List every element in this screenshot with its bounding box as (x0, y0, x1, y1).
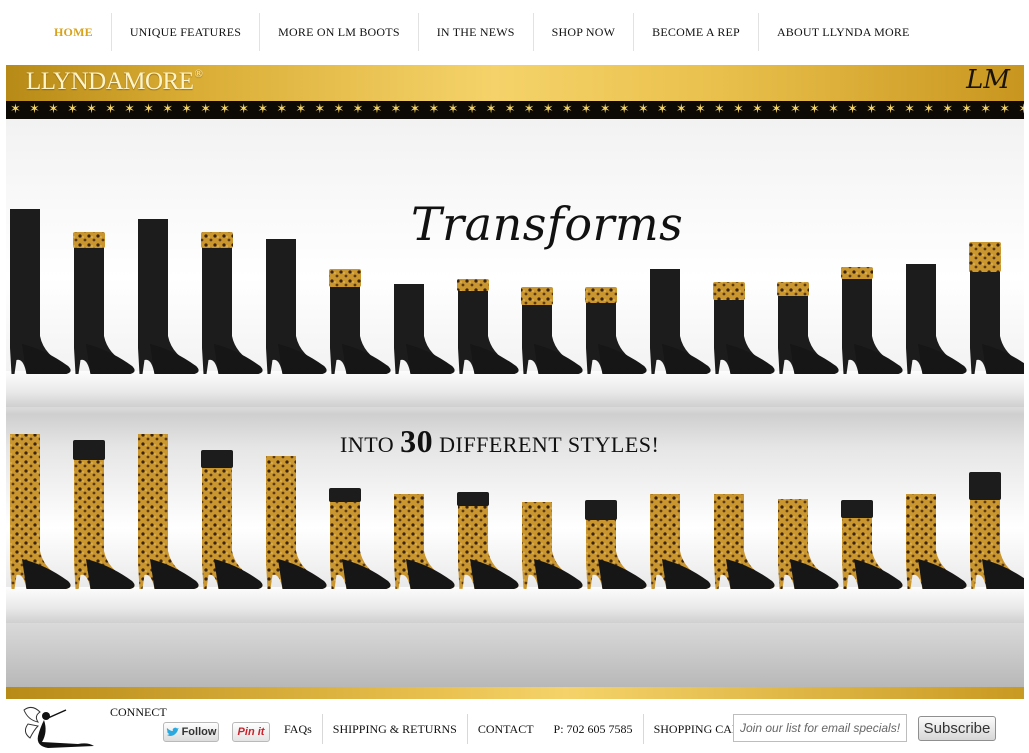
r2-boot-3 (138, 434, 199, 589)
nav-item-in-the-news[interactable]: IN THE NEWS (419, 13, 534, 51)
registered-mark: ® (194, 68, 203, 80)
r1-boot-7 (394, 284, 455, 374)
r1-boot-10 (585, 287, 647, 374)
r1-boot-6 (329, 269, 391, 374)
r2-boot-10 (585, 500, 647, 589)
r2-boot-4 (201, 450, 263, 589)
pinterest-pin-button[interactable]: Pin it (232, 722, 270, 742)
r1-boot-15 (906, 264, 967, 374)
r1-boot-3 (138, 219, 199, 374)
star-border-glyphs: ✶ ✶ ✶ ✶ ✶ ✶ ✶ ✶ ✶ ✶ ✶ ✶ ✶ ✶ ✶ ✶ ✶ ✶ ✶ ✶ … (10, 102, 1024, 117)
connect-label: CONNECT (110, 705, 167, 719)
r2-boot-2 (73, 440, 135, 589)
twitter-bird-icon (166, 727, 179, 736)
hero-headline: Transforms (411, 197, 684, 251)
footer-link-shipping-returns[interactable]: SHIPPING & RETURNS (323, 714, 468, 744)
brand-name: LLYNDAMORE (26, 68, 194, 95)
nav-item-about-llynda-more[interactable]: ABOUT LLYNDA MORE (759, 13, 928, 51)
nav-item-home[interactable]: HOME (36, 13, 112, 51)
r1-boot-9 (521, 287, 583, 374)
r2-boot-8 (457, 492, 519, 589)
nav-item-more-on-lm-boots[interactable]: MORE ON LM BOOTS (260, 13, 419, 51)
r2-boot-11 (650, 494, 711, 589)
r1-boot-8 (457, 279, 519, 374)
r2-boot-5 (266, 456, 327, 589)
footer-link-faqs[interactable]: FAQs (274, 714, 323, 744)
nav-item-unique-features[interactable]: UNIQUE FEATURES (112, 13, 261, 51)
r1-boot-11 (650, 269, 711, 374)
top-navigation: HOME UNIQUE FEATURES MORE ON LM BOOTS IN… (0, 0, 1029, 64)
follow-label: Follow (181, 726, 217, 738)
r1-boot-2 (73, 232, 135, 374)
nav-item-become-a-rep[interactable]: BECOME A REP (634, 13, 759, 51)
r1-boot-13 (777, 282, 839, 374)
r1-boot-12 (713, 282, 775, 374)
r2-boot-15 (906, 494, 967, 589)
nav-item-shop-now[interactable]: SHOP NOW (534, 13, 635, 51)
r2-boot-13 (778, 499, 839, 589)
footer-phone: P: 702 605 7585 (544, 714, 644, 744)
footer-links: FAQs SHIPPING & RETURNS CONTACT P: 702 6… (274, 714, 757, 744)
star-border-strip: ✶ ✶ ✶ ✶ ✶ ✶ ✶ ✶ ✶ ✶ ✶ ✶ ✶ ✶ ✶ ✶ ✶ ✶ ✶ ✶ … (6, 101, 1024, 119)
subscribe-button[interactable]: Subscribe (918, 716, 996, 741)
r2-boot-7 (394, 494, 455, 589)
nav-list: HOME UNIQUE FEATURES MORE ON LM BOOTS IN… (36, 13, 928, 51)
r2-boot-12 (714, 494, 775, 589)
r1-boot-14 (841, 267, 903, 374)
hero-caption: INTO 30 DIFFERENT STYLES! (340, 423, 659, 460)
r1-boot-1 (10, 209, 71, 374)
r2-boot-14 (841, 500, 903, 589)
r2-boot-16 (969, 472, 1024, 589)
twitter-follow-button[interactable]: Follow (163, 722, 219, 742)
r1-boot-4 (201, 232, 263, 374)
email-signup-input[interactable] (733, 714, 907, 742)
r2-boot-1 (10, 434, 71, 589)
caption-post: DIFFERENT STYLES! (439, 432, 660, 457)
brand-logo[interactable]: LLYNDAMORE® (26, 68, 203, 96)
footer: CONNECT Follow Pin it FAQs SHIPPING & RE… (0, 700, 1029, 753)
brand-banner: LLYNDAMORE® LM (6, 65, 1024, 101)
r1-boot-16 (969, 242, 1024, 374)
hero-image: Transforms INTO 30 DIFFERENT STYLES! (6, 119, 1024, 687)
r2-boot-9 (522, 502, 583, 589)
gold-divider-bar (6, 687, 1024, 699)
caption-number: 30 (400, 423, 434, 459)
caption-pre: INTO (340, 432, 395, 457)
r2-boot-6 (329, 488, 391, 589)
monogram-logo: LM (966, 65, 1010, 95)
r1-boot-5 (266, 239, 327, 374)
fairy-logo-icon (23, 706, 94, 748)
footer-link-contact[interactable]: CONTACT (468, 714, 544, 744)
